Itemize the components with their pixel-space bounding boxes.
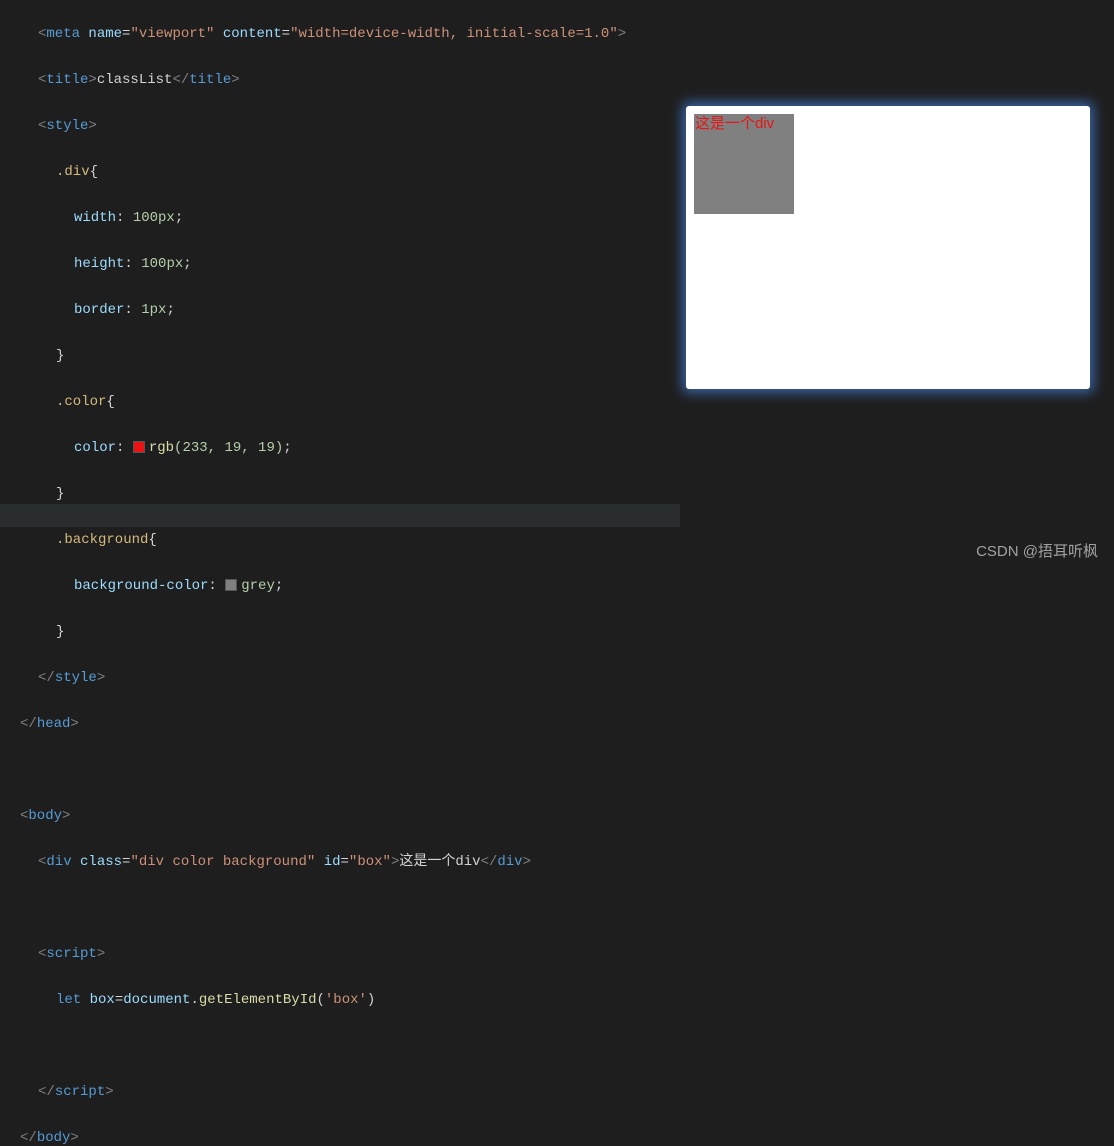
- code-line[interactable]: <title>classList</title>: [20, 69, 1114, 92]
- code-line[interactable]: <script>: [20, 943, 1114, 966]
- code-line[interactable]: </body>: [20, 1127, 1114, 1146]
- code-line[interactable]: let box=document.getElementById('box'): [20, 989, 1114, 1012]
- color-swatch-icon[interactable]: [225, 579, 237, 591]
- code-line[interactable]: <body>: [20, 805, 1114, 828]
- code-line[interactable]: background-color: grey;: [20, 575, 1114, 598]
- code-line[interactable]: }: [20, 345, 1114, 368]
- code-line[interactable]: height: 100px;: [20, 253, 1114, 276]
- code-line[interactable]: width: 100px;: [20, 207, 1114, 230]
- code-line[interactable]: [20, 897, 1114, 920]
- code-line[interactable]: </head>: [20, 713, 1114, 736]
- code-line[interactable]: </style>: [20, 667, 1114, 690]
- code-line[interactable]: color: rgb(233, 19, 19);: [20, 437, 1114, 460]
- code-line[interactable]: <style>: [20, 115, 1114, 138]
- code-line[interactable]: .div{: [20, 161, 1114, 184]
- code-line[interactable]: }: [20, 621, 1114, 644]
- code-line[interactable]: <meta name="viewport" content="width=dev…: [20, 23, 1114, 46]
- color-swatch-icon[interactable]: [133, 441, 145, 453]
- code-line[interactable]: [20, 759, 1114, 782]
- code-line[interactable]: .color{: [20, 391, 1114, 414]
- code-line[interactable]: border: 1px;: [20, 299, 1114, 322]
- code-line[interactable]: [20, 1035, 1114, 1058]
- code-line[interactable]: }: [20, 483, 1114, 506]
- code-editor[interactable]: <meta name="viewport" content="width=dev…: [0, 0, 1114, 1146]
- code-line[interactable]: <div class="div color background" id="bo…: [20, 851, 1114, 874]
- code-line[interactable]: </script>: [20, 1081, 1114, 1104]
- code-line[interactable]: .background{: [20, 529, 1114, 552]
